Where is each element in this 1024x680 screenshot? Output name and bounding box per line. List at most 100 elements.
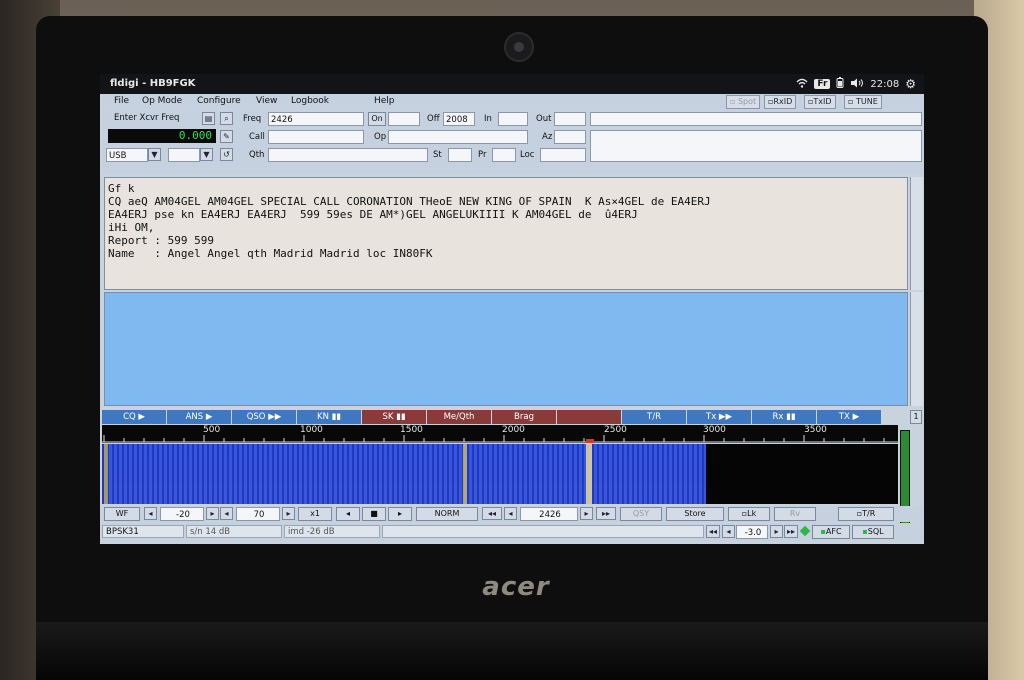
- macro-empty-button[interactable]: [557, 410, 621, 424]
- qth-field[interactable]: [268, 148, 428, 162]
- lock-toggle[interactable]: ▫Lk: [728, 507, 770, 521]
- rx-line: Report : 599 599: [108, 234, 214, 247]
- rst-out-field[interactable]: [554, 112, 586, 126]
- chevron-down-icon[interactable]: ▼: [148, 148, 161, 161]
- right-icon[interactable]: ▸: [770, 525, 783, 538]
- qsy-button[interactable]: QSY: [620, 507, 662, 521]
- increment-icon[interactable]: ▸: [282, 507, 295, 520]
- battery-icon[interactable]: [836, 77, 844, 91]
- txid-toggle[interactable]: ▫TxID: [804, 95, 836, 109]
- rxid-toggle[interactable]: ▫RxID: [764, 95, 797, 109]
- call-field[interactable]: [268, 130, 364, 144]
- locator-field[interactable]: [540, 148, 586, 162]
- scale-label: 1000: [300, 425, 323, 435]
- carrier-freq-field[interactable]: 2426: [520, 507, 578, 521]
- qsl-icon[interactable]: ✎: [220, 130, 233, 143]
- fast-right-icon[interactable]: ▸▸: [784, 525, 798, 538]
- squelch-level-field[interactable]: -3.0: [736, 525, 768, 539]
- decrement-icon[interactable]: ◂: [144, 507, 157, 520]
- fast-left-icon[interactable]: ◂◂: [482, 507, 502, 520]
- zoom-button[interactable]: x1: [298, 507, 332, 521]
- store-button[interactable]: Store: [666, 507, 724, 521]
- norm-button[interactable]: NORM: [416, 507, 478, 521]
- search-icon[interactable]: ⌕: [220, 112, 233, 125]
- macro-sk-button[interactable]: SK ▮▮: [362, 410, 426, 424]
- menu-file[interactable]: File: [114, 96, 129, 106]
- menu-view[interactable]: View: [256, 96, 277, 106]
- menu-logbook[interactable]: Logbook: [291, 96, 329, 106]
- macro-page-button[interactable]: 1: [910, 410, 922, 424]
- time-off-field[interactable]: 2008: [443, 112, 475, 126]
- macro-ans-button[interactable]: ANS ▶: [167, 410, 231, 424]
- mode-status[interactable]: BPSK31: [102, 525, 184, 538]
- wf-mode-button[interactable]: WF: [104, 507, 140, 521]
- rst-in-field[interactable]: [498, 112, 528, 126]
- macro-brag-button[interactable]: Brag: [492, 410, 556, 424]
- state-field[interactable]: [448, 148, 472, 162]
- chevron-down-icon[interactable]: ▼: [200, 148, 213, 161]
- pr-label: Pr: [478, 150, 487, 160]
- macro-meqth-button[interactable]: Me/Qth: [427, 410, 491, 424]
- wifi-icon[interactable]: [796, 78, 808, 91]
- macro-tr-button[interactable]: T/R: [622, 410, 686, 424]
- transmit-text-pane[interactable]: [104, 292, 908, 406]
- fast-right-icon[interactable]: ▸▸: [596, 507, 616, 520]
- macro-qso-button[interactable]: QSO ▶▶: [232, 410, 296, 424]
- range-db-field[interactable]: 70: [236, 507, 280, 521]
- waterfall-controls: WF ◂ -20 ▸ ◂ 70 ▸ x1 ◂ ■ ▸ NORM ◂◂ ◂ 242…: [102, 506, 924, 522]
- gear-icon[interactable]: ⚙: [905, 77, 916, 91]
- freq-field[interactable]: 2426: [268, 112, 364, 126]
- right-icon[interactable]: ▸: [580, 507, 593, 520]
- menu-configure[interactable]: Configure: [197, 96, 241, 106]
- menu-help[interactable]: Help: [374, 96, 395, 106]
- waterfall-display[interactable]: [102, 444, 898, 504]
- azimuth-field[interactable]: [554, 130, 586, 144]
- mode-select[interactable]: USB: [106, 148, 148, 162]
- left-icon[interactable]: ◂: [722, 525, 735, 538]
- clock[interactable]: 22:08: [870, 79, 899, 90]
- notes-field[interactable]: [590, 112, 922, 126]
- sql-toggle[interactable]: ▪SQL: [852, 525, 894, 539]
- freq-list-icon[interactable]: ▤: [202, 112, 215, 125]
- tr-toggle[interactable]: ▫T/R: [838, 507, 894, 521]
- macro-tx-button[interactable]: Tx ▶▶: [687, 410, 751, 424]
- clear-log-icon[interactable]: ↺: [220, 148, 233, 161]
- log-notes-area[interactable]: [590, 130, 922, 162]
- play-button[interactable]: ▸: [388, 507, 412, 521]
- macro-tx-send-button[interactable]: TX ▶: [817, 410, 881, 424]
- keyboard-layout-indicator[interactable]: Fr: [814, 79, 831, 89]
- window-title: fldigi - HB9FGK: [110, 78, 196, 89]
- xcvr-freq-display[interactable]: 0.000: [108, 129, 216, 143]
- call-label: Call: [249, 132, 265, 142]
- macro-cq-button[interactable]: CQ ▶: [102, 410, 166, 424]
- reverse-toggle[interactable]: Rv: [774, 507, 816, 521]
- on-time-button[interactable]: On: [368, 112, 386, 126]
- spot-toggle[interactable]: ▫ Spot: [726, 95, 761, 109]
- low-db-field[interactable]: -20: [160, 507, 204, 521]
- increment-icon[interactable]: ▸: [206, 507, 219, 520]
- rx-scrollbar[interactable]: [910, 177, 923, 290]
- time-on-field[interactable]: [388, 112, 420, 126]
- bandwidth-select[interactable]: [168, 148, 200, 162]
- afc-toggle[interactable]: ▪AFC: [812, 525, 850, 539]
- stop-button[interactable]: ■: [362, 507, 386, 521]
- scale-label: 500: [203, 425, 221, 435]
- op-name-field[interactable]: [388, 130, 528, 144]
- province-field[interactable]: [492, 148, 516, 162]
- menu-op-mode[interactable]: Op Mode: [142, 96, 182, 106]
- tune-toggle[interactable]: ▫ TUNE: [844, 95, 882, 109]
- scale-label: 1500: [400, 425, 423, 435]
- receive-text-pane[interactable]: Gf k CQ aeQ AM04GEL AM04GEL SPECIAL CALL …: [104, 177, 908, 290]
- macro-kn-button[interactable]: KN ▮▮: [297, 410, 361, 424]
- volume-icon[interactable]: [850, 78, 864, 91]
- fast-left-icon[interactable]: ◂◂: [706, 525, 720, 538]
- off-label: Off: [427, 114, 440, 124]
- scale-label: 2000: [502, 425, 525, 435]
- tx-scrollbar[interactable]: [910, 292, 923, 406]
- left-icon[interactable]: ◂: [504, 507, 517, 520]
- decrement-icon[interactable]: ◂: [220, 507, 233, 520]
- scale-label: 3500: [804, 425, 827, 435]
- message-status: [382, 525, 704, 538]
- rewind-button[interactable]: ◂: [336, 507, 360, 521]
- macro-rx-button[interactable]: Rx ▮▮: [752, 410, 816, 424]
